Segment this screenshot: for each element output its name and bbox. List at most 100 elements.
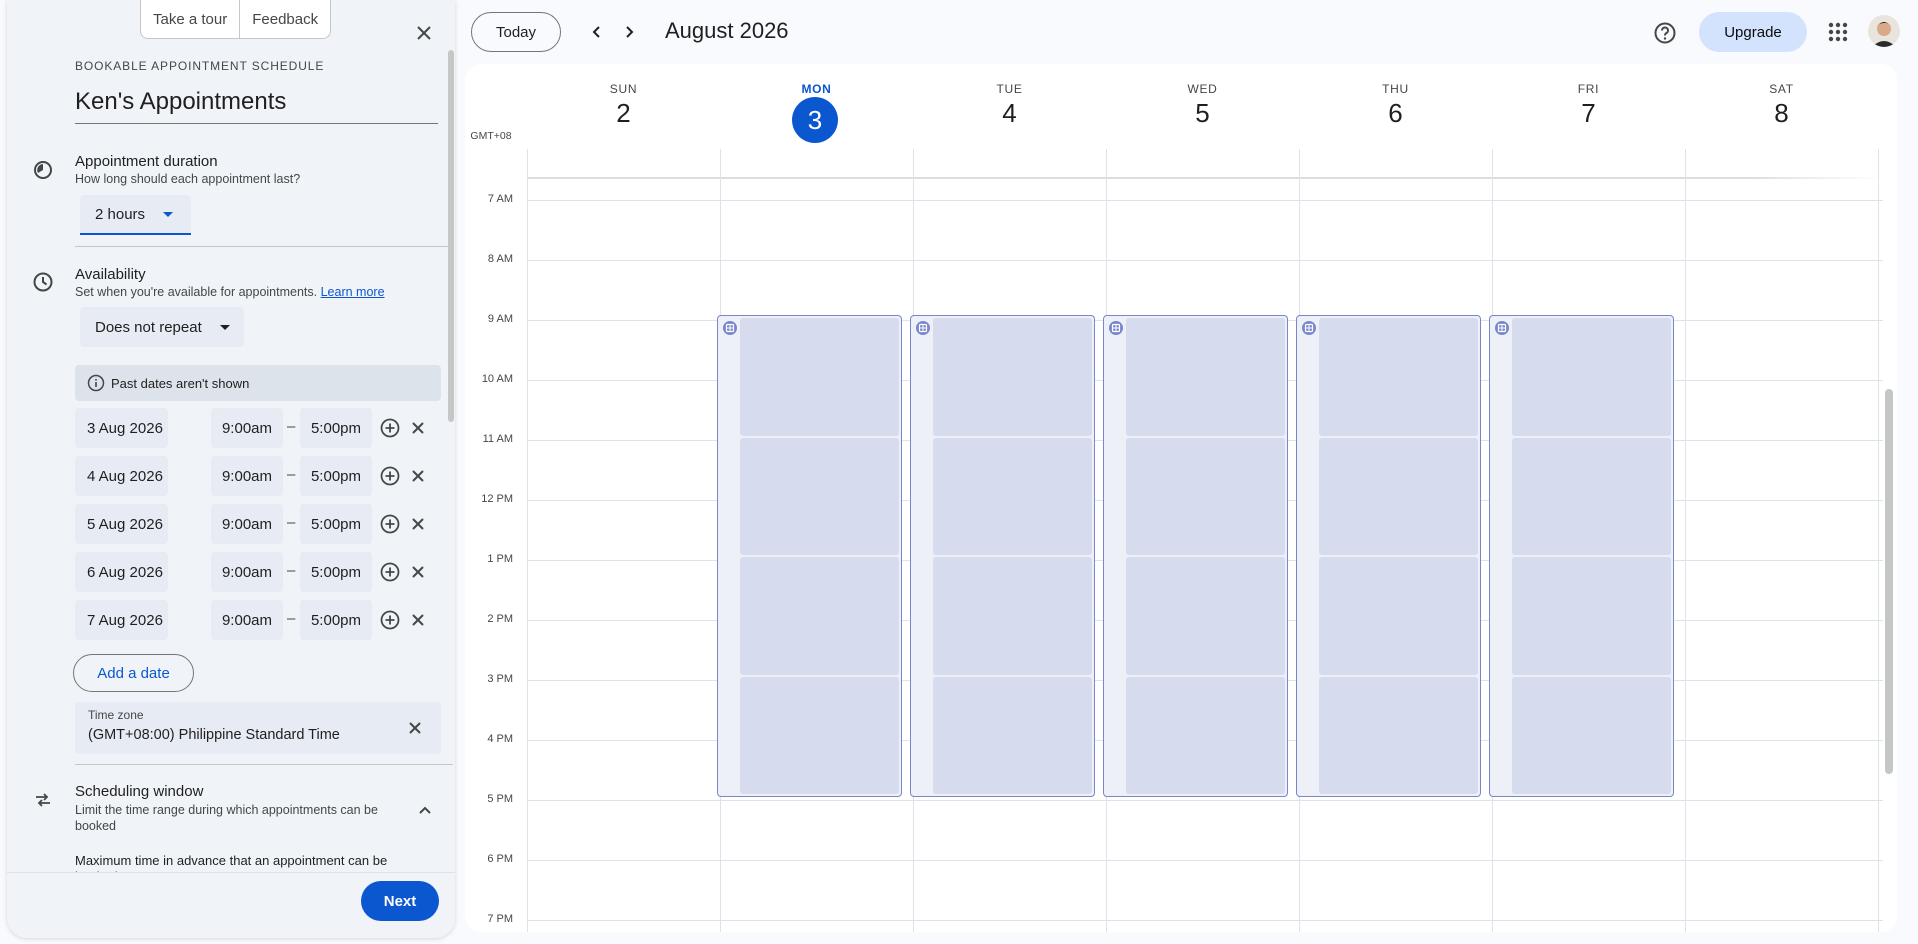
- day-header-tue[interactable]: TUE 4: [913, 64, 1106, 149]
- appointment-slot[interactable]: [1319, 557, 1478, 675]
- timezone-field[interactable]: Time zone (GMT+08:00) Philippine Standar…: [75, 702, 441, 754]
- availability-block[interactable]: [1103, 315, 1288, 797]
- appointment-slot[interactable]: [933, 437, 1092, 555]
- hour-gridline: [527, 260, 1883, 261]
- appointment-slot[interactable]: [1126, 437, 1285, 555]
- chevron-left-icon[interactable]: [584, 19, 610, 45]
- day-header-sun[interactable]: SUN 2: [527, 64, 720, 149]
- appointment-slot[interactable]: [740, 318, 899, 436]
- remove-icon[interactable]: [406, 416, 430, 440]
- availability-title: Availability: [75, 266, 146, 283]
- add-circle-icon[interactable]: [378, 608, 402, 632]
- caret-down-icon: [163, 211, 174, 217]
- availability-block[interactable]: [910, 315, 1095, 797]
- appointment-slot[interactable]: [740, 557, 899, 675]
- add-circle-icon[interactable]: [378, 416, 402, 440]
- month-title: August 2026: [665, 18, 789, 43]
- start-time-field[interactable]: 9:00am: [211, 456, 283, 496]
- remove-icon[interactable]: [406, 464, 430, 488]
- end-time-field[interactable]: 5:00pm: [300, 504, 372, 544]
- day-header-mon[interactable]: MON 3: [720, 64, 913, 149]
- divider: [75, 246, 453, 247]
- date-field[interactable]: 3 Aug 2026: [75, 408, 168, 448]
- clear-timezone-icon[interactable]: [403, 716, 427, 740]
- hour-label: 8 AM: [487, 253, 513, 265]
- hour-label: 7 AM: [487, 193, 513, 205]
- appointment-slot[interactable]: [1512, 557, 1671, 675]
- avatar[interactable]: [1868, 15, 1900, 47]
- hour-label: 5 PM: [487, 793, 513, 805]
- appointment-slot[interactable]: [1512, 437, 1671, 555]
- add-a-date-button[interactable]: Add a date: [73, 654, 194, 692]
- divider: [75, 764, 453, 765]
- availability-subtitle-text: Set when you're available for appointmen…: [75, 285, 318, 299]
- availability-row: 3 Aug 2026 9:00am – 5:00pm: [75, 408, 445, 448]
- learn-more-link[interactable]: Learn more: [321, 285, 385, 299]
- add-circle-icon[interactable]: [378, 560, 402, 584]
- availability-block[interactable]: [1296, 315, 1481, 797]
- range-dash: –: [287, 562, 296, 579]
- appointment-slot[interactable]: [1319, 437, 1478, 555]
- chevron-right-icon[interactable]: [616, 19, 642, 45]
- day-header-wed[interactable]: WED 5: [1106, 64, 1299, 149]
- booking-page-icon: [1109, 321, 1123, 335]
- take-a-tour-link[interactable]: Take a tour: [141, 0, 239, 38]
- availability-block[interactable]: [1489, 315, 1674, 797]
- appointment-slot[interactable]: [1319, 676, 1478, 794]
- end-time-field[interactable]: 5:00pm: [300, 600, 372, 640]
- schedule-title-input[interactable]: Ken's Appointments: [75, 88, 438, 124]
- date-field[interactable]: 4 Aug 2026: [75, 456, 168, 496]
- duration-subtitle: How long should each appointment last?: [75, 172, 301, 186]
- appointment-slot[interactable]: [933, 557, 1092, 675]
- appointment-slot[interactable]: [1512, 676, 1671, 794]
- date-field[interactable]: 7 Aug 2026: [75, 600, 168, 640]
- date-field[interactable]: 6 Aug 2026: [75, 552, 168, 592]
- upgrade-button[interactable]: Upgrade: [1699, 12, 1807, 52]
- close-panel-button[interactable]: [410, 19, 438, 47]
- calendar-scrollbar[interactable]: [1885, 389, 1893, 774]
- start-time-field[interactable]: 9:00am: [211, 504, 283, 544]
- appointment-slot[interactable]: [1512, 318, 1671, 436]
- date-field[interactable]: 5 Aug 2026: [75, 504, 168, 544]
- add-circle-icon[interactable]: [378, 512, 402, 536]
- apps-grid-icon[interactable]: [1825, 19, 1851, 45]
- remove-icon[interactable]: [406, 560, 430, 584]
- timezone-offset-label: GMT+08: [470, 130, 512, 142]
- feedback-link[interactable]: Feedback: [239, 0, 330, 38]
- next-button[interactable]: Next: [361, 881, 439, 921]
- end-time-field[interactable]: 5:00pm: [300, 552, 372, 592]
- day-header-thu[interactable]: THU 6: [1299, 64, 1492, 149]
- start-time-field[interactable]: 9:00am: [211, 552, 283, 592]
- help-icon[interactable]: [1651, 19, 1679, 47]
- booking-page-icon: [1495, 321, 1509, 335]
- appointment-slot[interactable]: [1126, 676, 1285, 794]
- panel-scrollbar[interactable]: [448, 50, 454, 422]
- appointment-slot[interactable]: [1126, 557, 1285, 675]
- appointment-slot[interactable]: [740, 676, 899, 794]
- chevron-up-icon[interactable]: [413, 798, 437, 822]
- day-header-sat[interactable]: SAT 8: [1685, 64, 1878, 149]
- today-button[interactable]: Today: [471, 12, 561, 52]
- end-time-field[interactable]: 5:00pm: [300, 408, 372, 448]
- availability-row: 7 Aug 2026 9:00am – 5:00pm: [75, 600, 445, 640]
- remove-icon[interactable]: [406, 512, 430, 536]
- day-header-fri[interactable]: FRI 7: [1492, 64, 1685, 149]
- end-time-field[interactable]: 5:00pm: [300, 456, 372, 496]
- appointment-slot[interactable]: [1126, 318, 1285, 436]
- appointment-slot[interactable]: [933, 318, 1092, 436]
- availability-block[interactable]: [717, 315, 902, 797]
- appointment-slot[interactable]: [1319, 318, 1478, 436]
- avatar-image: [1868, 15, 1900, 47]
- add-circle-icon[interactable]: [378, 464, 402, 488]
- appointment-slot[interactable]: [933, 676, 1092, 794]
- appointment-slot[interactable]: [740, 437, 899, 555]
- start-time-field[interactable]: 9:00am: [211, 408, 283, 448]
- start-time-field[interactable]: 9:00am: [211, 600, 283, 640]
- remove-icon[interactable]: [406, 608, 430, 632]
- availability-subtitle: Set when you're available for appointmen…: [75, 285, 385, 299]
- repeat-dropdown[interactable]: Does not repeat: [80, 307, 244, 347]
- day-name: SUN: [609, 82, 638, 96]
- range-dash: –: [287, 514, 296, 531]
- duration-dropdown[interactable]: 2 hours: [80, 195, 191, 235]
- booking-page-icon: [1302, 321, 1316, 335]
